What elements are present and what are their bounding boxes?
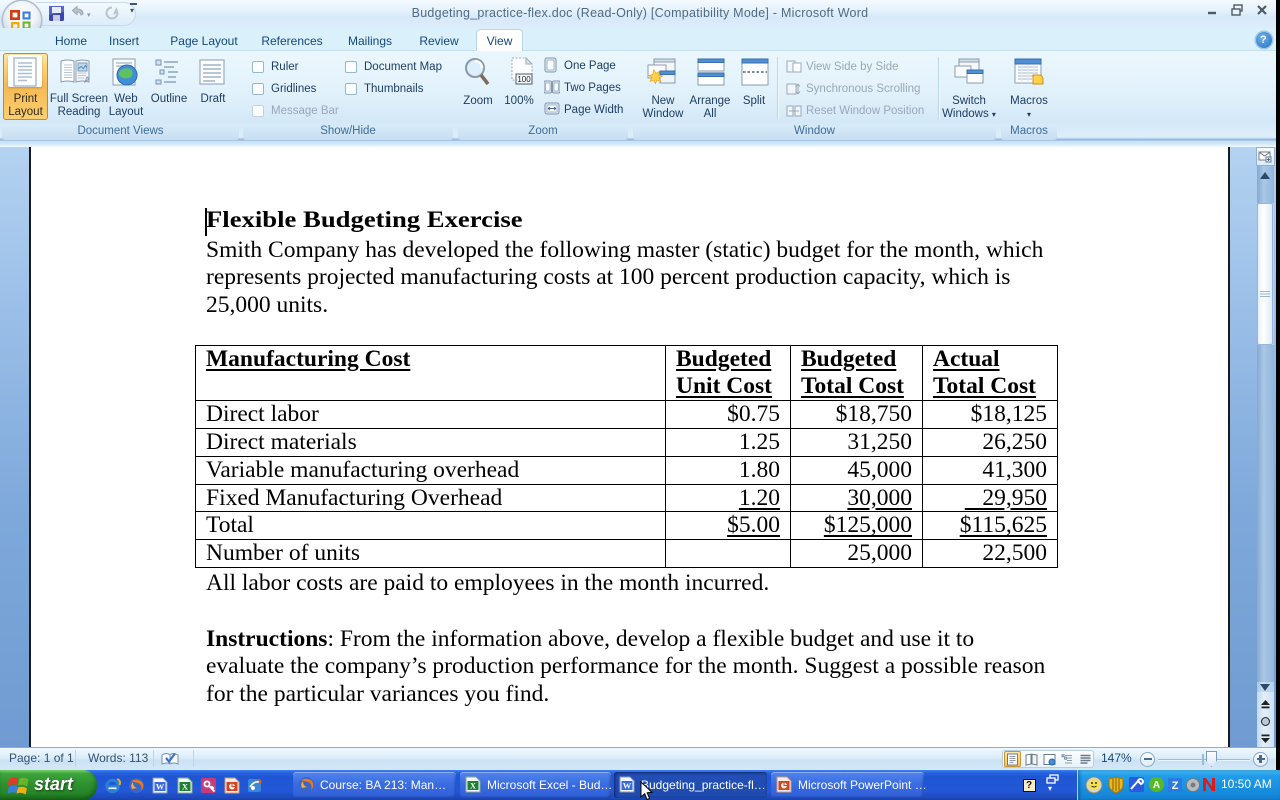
svg-text:X: X [470, 781, 477, 791]
svg-text:Z: Z [1172, 780, 1179, 792]
svg-text:W: W [156, 782, 165, 792]
svg-text:A: A [1153, 780, 1160, 791]
svg-text:W: W [623, 781, 632, 791]
svg-text:X: X [182, 782, 189, 792]
svg-text:100: 100 [517, 75, 531, 84]
